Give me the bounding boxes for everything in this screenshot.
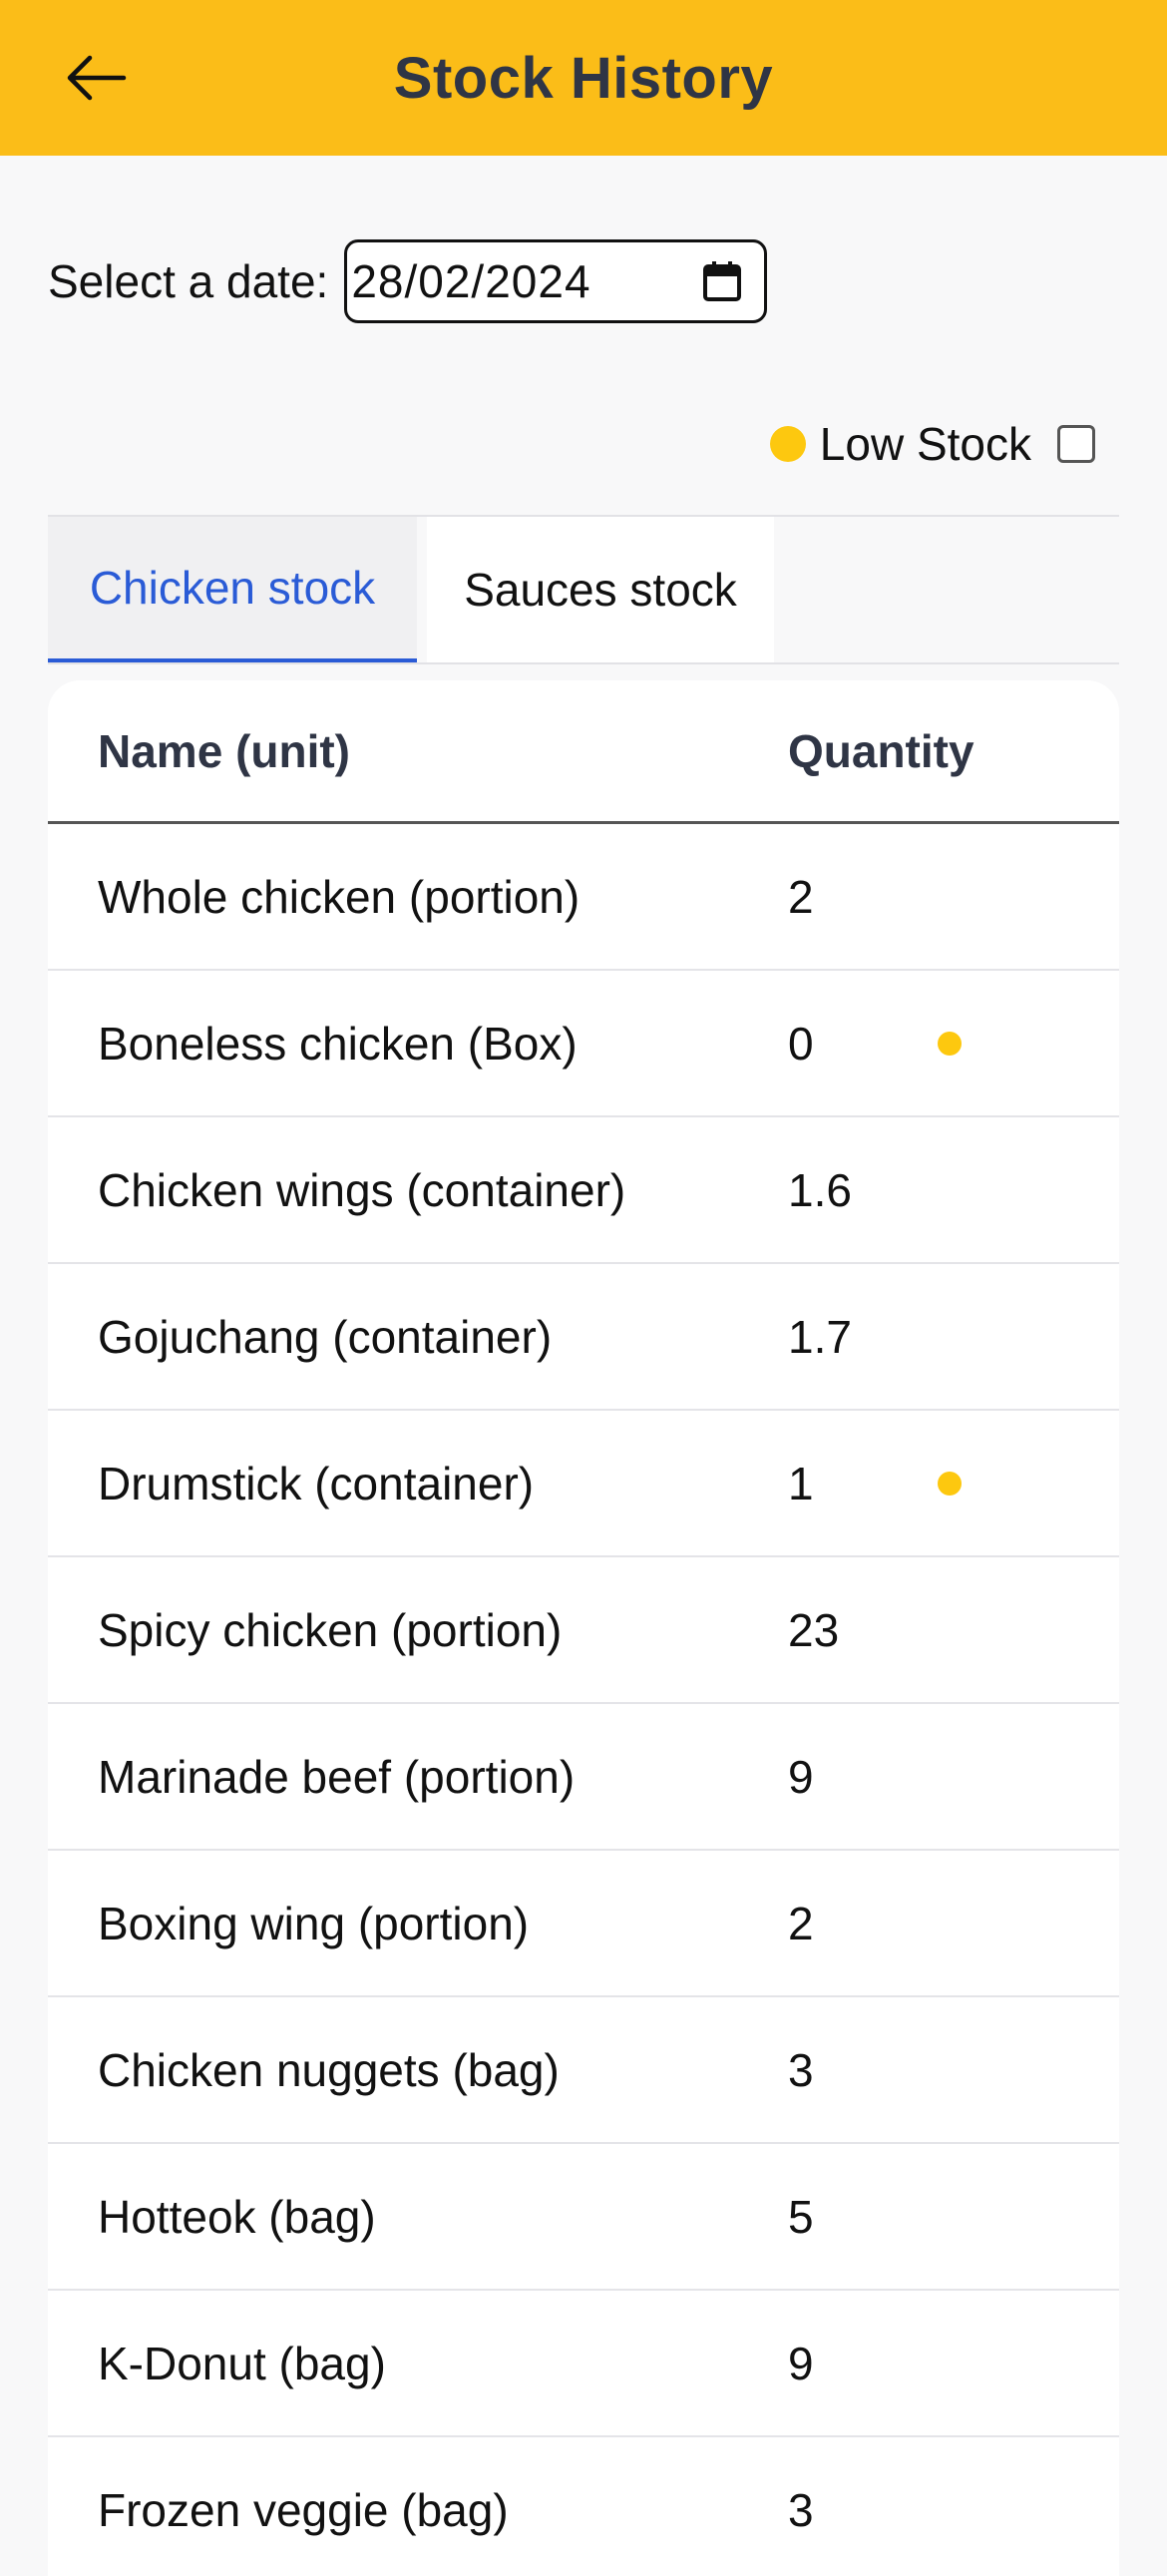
table-header-row: Name (unit) Quantity	[48, 680, 1119, 824]
table-row: Boneless chicken (Box) 0	[48, 971, 1119, 1117]
low-stock-indicator-icon	[938, 1471, 962, 1496]
row-name: Drumstick (container)	[98, 1457, 535, 1509]
row-quantity: 3	[788, 2043, 814, 2096]
row-name: Hotteok (bag)	[98, 2190, 376, 2243]
stock-tabs: Chicken stock Sauces stock	[48, 517, 1119, 664]
row-name: Boneless chicken (Box)	[98, 1017, 578, 1070]
app-header: Stock History	[0, 0, 1167, 156]
column-header-name: Name (unit)	[98, 724, 350, 777]
table-row: Whole chicken (portion) 2	[48, 824, 1119, 971]
row-name: Frozen veggie (bag)	[98, 2483, 509, 2536]
low-stock-label: Low Stock	[819, 418, 1031, 470]
row-name: Whole chicken (portion)	[98, 870, 581, 923]
table-row: Frozen veggie (bag) 3	[48, 2437, 1119, 2576]
table-row: K-Donut (bag) 9	[48, 2291, 1119, 2437]
low-stock-checkbox[interactable]	[1057, 425, 1095, 463]
table-row: Boxing wing (portion) 2	[48, 1851, 1119, 1997]
table-body: Whole chicken (portion) 2 Boneless chicken…	[48, 824, 1119, 2576]
row-quantity: 3	[788, 2483, 814, 2536]
tab-chicken-stock[interactable]: Chicken stock	[48, 517, 417, 662]
row-quantity: 1	[788, 1457, 814, 1509]
column-header-quantity: Quantity	[788, 724, 974, 777]
row-quantity: 1.6	[788, 1163, 852, 1216]
back-button[interactable]	[56, 42, 136, 114]
row-name: Boxing wing (portion)	[98, 1897, 530, 1949]
date-value: 28/02/2024	[351, 255, 591, 307]
table-row: Chicken wings (container) 1.6	[48, 1117, 1119, 1264]
low-stock-indicator-icon	[938, 1031, 962, 1056]
low-stock-dot-icon	[769, 426, 806, 462]
row-name: Marinade beef (portion)	[98, 1750, 576, 1803]
row-quantity: 9	[788, 2337, 814, 2389]
stock-table: Name (unit) Quantity Whole chicken (port…	[48, 680, 1119, 2576]
date-input[interactable]: 28/02/2024	[344, 239, 768, 323]
row-quantity: 2	[788, 870, 814, 923]
row-quantity: 5	[788, 2190, 814, 2243]
row-quantity: 2	[788, 1897, 814, 1949]
table-row: Drumstick (container) 1	[48, 1411, 1119, 1557]
table-row: Chicken nuggets (bag) 3	[48, 1997, 1119, 2144]
row-quantity: 23	[788, 1603, 840, 1656]
page-title: Stock History	[393, 45, 774, 111]
row-name: Gojuchang (container)	[98, 1310, 553, 1363]
table-row: Gojuchang (container) 1.7	[48, 1264, 1119, 1411]
arrow-left-icon	[67, 55, 127, 101]
row-name: Chicken wings (container)	[98, 1163, 626, 1216]
row-quantity: 0	[788, 1017, 814, 1070]
table-row: Marinade beef (portion) 9	[48, 1704, 1119, 1851]
date-filter: Select a date: 28/02/2024	[48, 239, 768, 323]
low-stock-legend: Low Stock	[769, 411, 1095, 477]
calendar-icon[interactable]	[700, 259, 744, 303]
row-name: K-Donut (bag)	[98, 2337, 386, 2389]
row-quantity: 1.7	[788, 1310, 852, 1363]
date-label: Select a date:	[48, 255, 329, 307]
table-row: Hotteok (bag) 5	[48, 2144, 1119, 2291]
row-name: Spicy chicken (portion)	[98, 1603, 563, 1656]
table-row: Spicy chicken (portion) 23	[48, 1557, 1119, 1704]
row-quantity: 9	[788, 1750, 814, 1803]
tab-sauces-stock[interactable]: Sauces stock	[427, 517, 774, 662]
row-name: Chicken nuggets (bag)	[98, 2043, 560, 2096]
